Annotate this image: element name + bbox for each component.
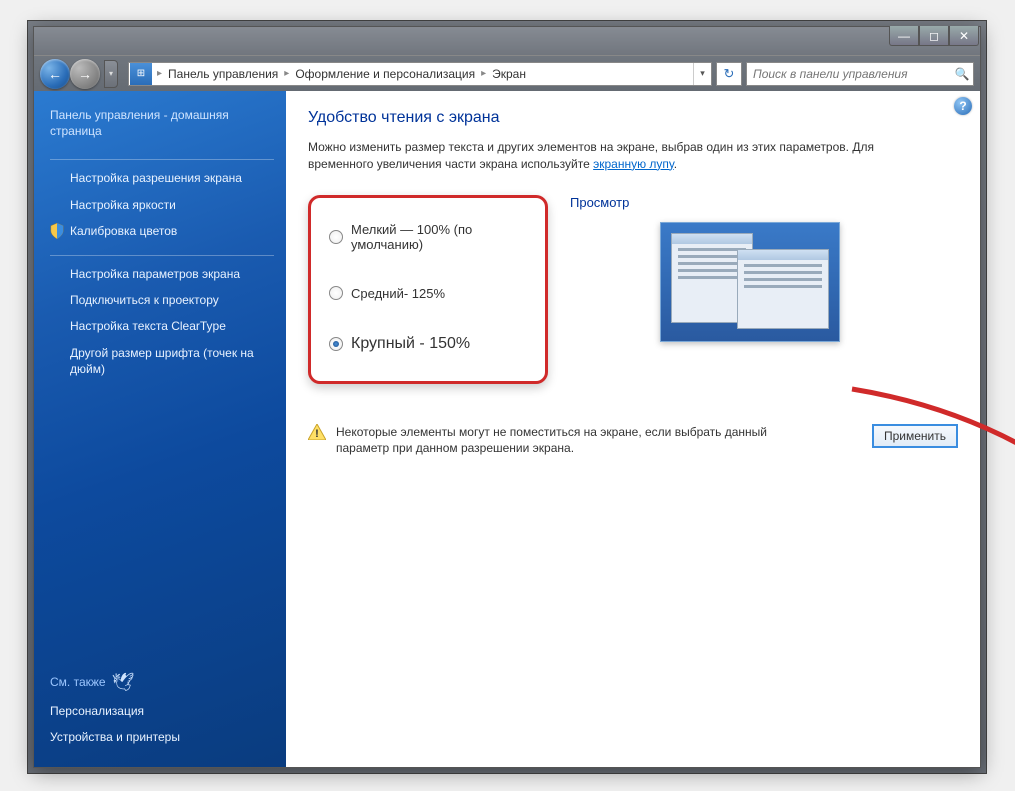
- breadcrumb-sep-icon: ▸: [280, 68, 293, 79]
- breadcrumb-sep-icon: ▸: [153, 68, 166, 79]
- nav-history-dropdown[interactable]: ▾: [104, 60, 118, 88]
- breadcrumb-sep-icon: ▸: [477, 68, 490, 79]
- maximize-button[interactable]: ◻: [919, 26, 949, 46]
- magnifier-link[interactable]: экранную лупу: [593, 157, 674, 171]
- crumb-control-panel[interactable]: Панель управления: [166, 67, 280, 81]
- sidebar-link-label: Подключиться к проектору: [70, 292, 219, 308]
- sidebar-home-link[interactable]: Панель управления - домашняя страница: [50, 107, 274, 139]
- refresh-button[interactable]: ↻: [716, 62, 742, 86]
- sidebar-link-resolution[interactable]: Настройка разрешения экрана: [50, 170, 274, 186]
- close-button[interactable]: ✕: [949, 26, 979, 46]
- sidebar-link-label: Калибровка цветов: [70, 223, 177, 239]
- radio-label: Средний- 125%: [351, 286, 445, 301]
- breadcrumb[interactable]: ⊞ ▸ Панель управления ▸ Оформление и пер…: [128, 62, 712, 86]
- main-content: ? Удобство чтения с экрана Можно изменит…: [286, 91, 980, 767]
- sidebar-link-cleartype[interactable]: Настройка текста ClearType: [50, 318, 274, 334]
- sidebar-link-label: Настройка разрешения экрана: [70, 170, 242, 186]
- see-also-heading: См. также 🕊: [50, 672, 274, 693]
- radio-medium[interactable]: Средний- 125%: [329, 286, 531, 301]
- sidebar-link-label: Другой размер шрифта (точек на дюйм): [70, 345, 274, 377]
- radio-icon: [329, 337, 343, 351]
- sidebar-link-label: Персонализация: [50, 703, 144, 719]
- sidebar-link-display-params[interactable]: Настройка параметров экрана: [50, 266, 274, 282]
- sidebar-link-dpi[interactable]: Другой размер шрифта (точек на дюйм): [50, 345, 274, 377]
- radio-label: Крупный - 150%: [351, 335, 470, 353]
- svg-text:!: !: [315, 428, 319, 440]
- sidebar: Панель управления - домашняя страница На…: [34, 91, 286, 767]
- sidebar-link-label: Настройка параметров экрана: [70, 266, 240, 282]
- apply-button[interactable]: Применить: [872, 424, 958, 448]
- window: — ◻ ✕ ← → ▾ ⊞ ▸ Панель управления ▸ Офор…: [33, 26, 981, 768]
- search-icon: 🔍: [951, 67, 973, 81]
- back-button[interactable]: ←: [40, 59, 70, 89]
- page-title: Удобство чтения с экрана: [308, 109, 958, 127]
- radio-large[interactable]: Крупный - 150%: [329, 335, 531, 353]
- minimize-button[interactable]: —: [889, 26, 919, 46]
- control-panel-icon: ⊞: [130, 63, 152, 85]
- size-options-group: Мелкий — 100% (по умолчанию) Средний- 12…: [308, 195, 548, 384]
- help-icon[interactable]: ?: [954, 97, 972, 115]
- titlebar: — ◻ ✕: [34, 27, 980, 55]
- annotation-arrow: [844, 377, 1015, 557]
- radio-icon: [329, 230, 343, 244]
- crumb-appearance[interactable]: Оформление и персонализация: [293, 67, 477, 81]
- page-description: Можно изменить размер текста и других эл…: [308, 139, 928, 173]
- radio-label: Мелкий — 100% (по умолчанию): [351, 222, 531, 252]
- breadcrumb-dropdown[interactable]: ▾: [693, 63, 711, 85]
- radio-icon: [329, 286, 343, 300]
- sidebar-link-calibration[interactable]: Калибровка цветов: [50, 223, 274, 239]
- warning-icon: !: [308, 424, 326, 440]
- navbar: ← → ▾ ⊞ ▸ Панель управления ▸ Оформление…: [34, 55, 980, 91]
- crumb-display[interactable]: Экран: [490, 67, 528, 81]
- search-box[interactable]: 🔍: [746, 62, 974, 86]
- sidebar-link-projector[interactable]: Подключиться к проектору: [50, 292, 274, 308]
- sidebar-link-label: Настройка текста ClearType: [70, 318, 226, 334]
- preview-label: Просмотр: [570, 195, 958, 210]
- dove-icon: 🕊: [112, 672, 135, 693]
- forward-button[interactable]: →: [70, 59, 100, 89]
- preview-image: [660, 222, 840, 342]
- search-input[interactable]: [747, 67, 951, 81]
- shield-icon: [50, 223, 64, 239]
- sidebar-link-personalization[interactable]: Персонализация: [50, 703, 274, 719]
- sidebar-link-brightness[interactable]: Настройка яркости: [50, 197, 274, 213]
- radio-small[interactable]: Мелкий — 100% (по умолчанию): [329, 222, 531, 252]
- sidebar-link-label: Устройства и принтеры: [50, 729, 180, 745]
- sidebar-link-label: Настройка яркости: [70, 197, 176, 213]
- warning-text: Некоторые элементы могут не поместиться …: [336, 424, 796, 458]
- sidebar-link-devices[interactable]: Устройства и принтеры: [50, 729, 274, 745]
